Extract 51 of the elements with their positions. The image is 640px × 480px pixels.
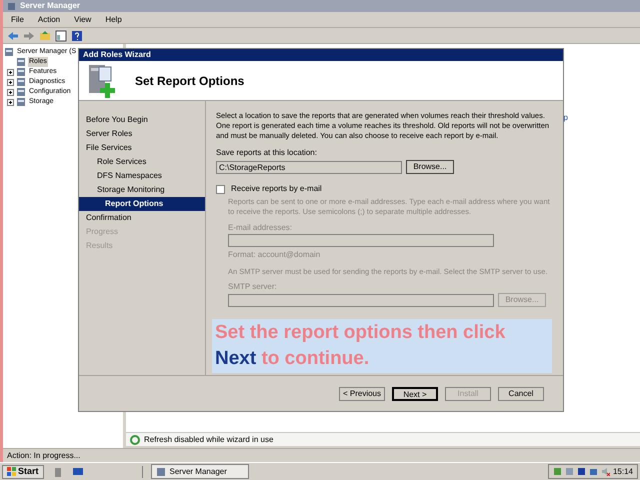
refresh-icon bbox=[130, 434, 140, 444]
folder-up-icon bbox=[39, 30, 51, 42]
status-message: Refresh disabled while wizard in use bbox=[144, 434, 274, 446]
dialog-button[interactable]: Cancel bbox=[498, 386, 544, 400]
format-hint: Format: account@domain bbox=[228, 249, 322, 261]
checkbox-label: Receive reports by e-mail bbox=[231, 183, 322, 195]
dialog-button[interactable]: Next > bbox=[392, 386, 438, 400]
step-item[interactable]: Confirmation bbox=[79, 211, 205, 225]
status-text: Action: In progress... bbox=[7, 450, 80, 462]
caption-text: Set the report options then click Next to continue. bbox=[215, 321, 506, 371]
step-item[interactable]: Server Roles bbox=[79, 127, 205, 141]
taskbar-button[interactable]: Server Manager bbox=[150, 464, 249, 479]
step-item[interactable]: File Services bbox=[79, 141, 205, 155]
step-item[interactable]: Report Options bbox=[79, 197, 205, 211]
start-button[interactable]: Start bbox=[2, 464, 44, 478]
forward-icon bbox=[23, 30, 35, 42]
link[interactable]: p bbox=[564, 112, 568, 432]
windows-flag-icon bbox=[7, 467, 16, 476]
step-item[interactable]: Role Services bbox=[79, 155, 205, 169]
expand-icon[interactable] bbox=[7, 98, 14, 106]
menu-item[interactable]: Action bbox=[38, 14, 60, 26]
menu-item[interactable]: View bbox=[74, 14, 92, 26]
browse-button[interactable]: Browse... bbox=[406, 160, 454, 174]
clock: 15:14 bbox=[612, 466, 633, 478]
dialog-heading: Set Report Options bbox=[135, 72, 244, 90]
email-label: E-mail addresses: bbox=[228, 222, 294, 234]
menu-item[interactable]: File bbox=[11, 14, 24, 26]
window-title: Server Manager bbox=[20, 0, 80, 12]
step-item[interactable]: Before You Begin bbox=[79, 113, 205, 127]
location-field[interactable]: C:\StorageReports bbox=[216, 160, 402, 174]
expand-icon[interactable] bbox=[7, 78, 14, 86]
back-icon bbox=[7, 30, 19, 42]
help-icon bbox=[71, 30, 83, 42]
step-item[interactable]: DFS Namespaces bbox=[79, 169, 205, 183]
dialog-button[interactable]: < Previous bbox=[339, 386, 385, 400]
node-icon bbox=[16, 77, 26, 87]
step-item[interactable]: Storage Monitoring bbox=[79, 183, 205, 197]
console-icon bbox=[55, 30, 67, 42]
server-add-icon bbox=[87, 62, 117, 98]
expand-icon[interactable] bbox=[7, 88, 14, 96]
email-checkbox[interactable] bbox=[216, 184, 225, 194]
location-label: Save reports at this location: bbox=[216, 147, 318, 159]
node-icon bbox=[16, 97, 26, 107]
node-icon bbox=[16, 87, 26, 97]
expand-icon[interactable] bbox=[7, 68, 14, 76]
smtp-label: SMTP server: bbox=[228, 281, 278, 293]
node-icon bbox=[16, 67, 26, 77]
node-icon bbox=[16, 57, 26, 67]
speaker-icon bbox=[600, 467, 610, 476]
dialog-title: Add Roles Wizard bbox=[83, 49, 151, 61]
menu-item[interactable]: Help bbox=[105, 14, 122, 26]
